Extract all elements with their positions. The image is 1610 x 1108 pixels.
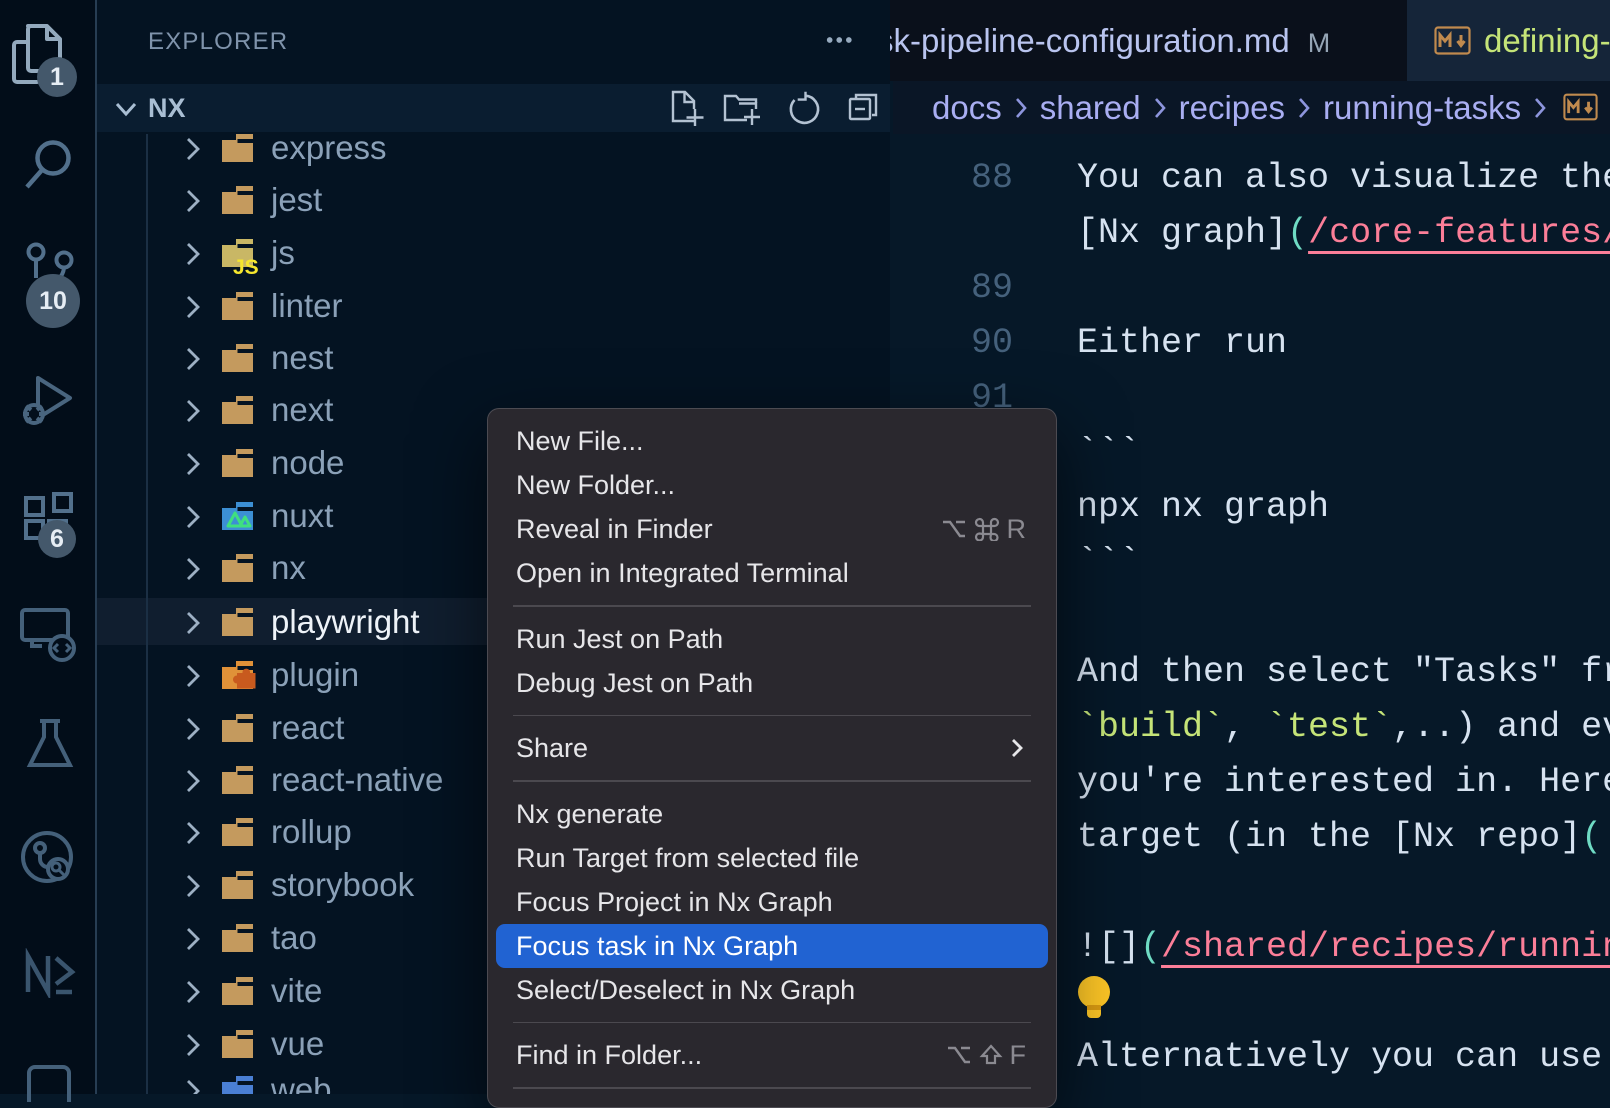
svg-text:JS: JS (233, 256, 259, 279)
